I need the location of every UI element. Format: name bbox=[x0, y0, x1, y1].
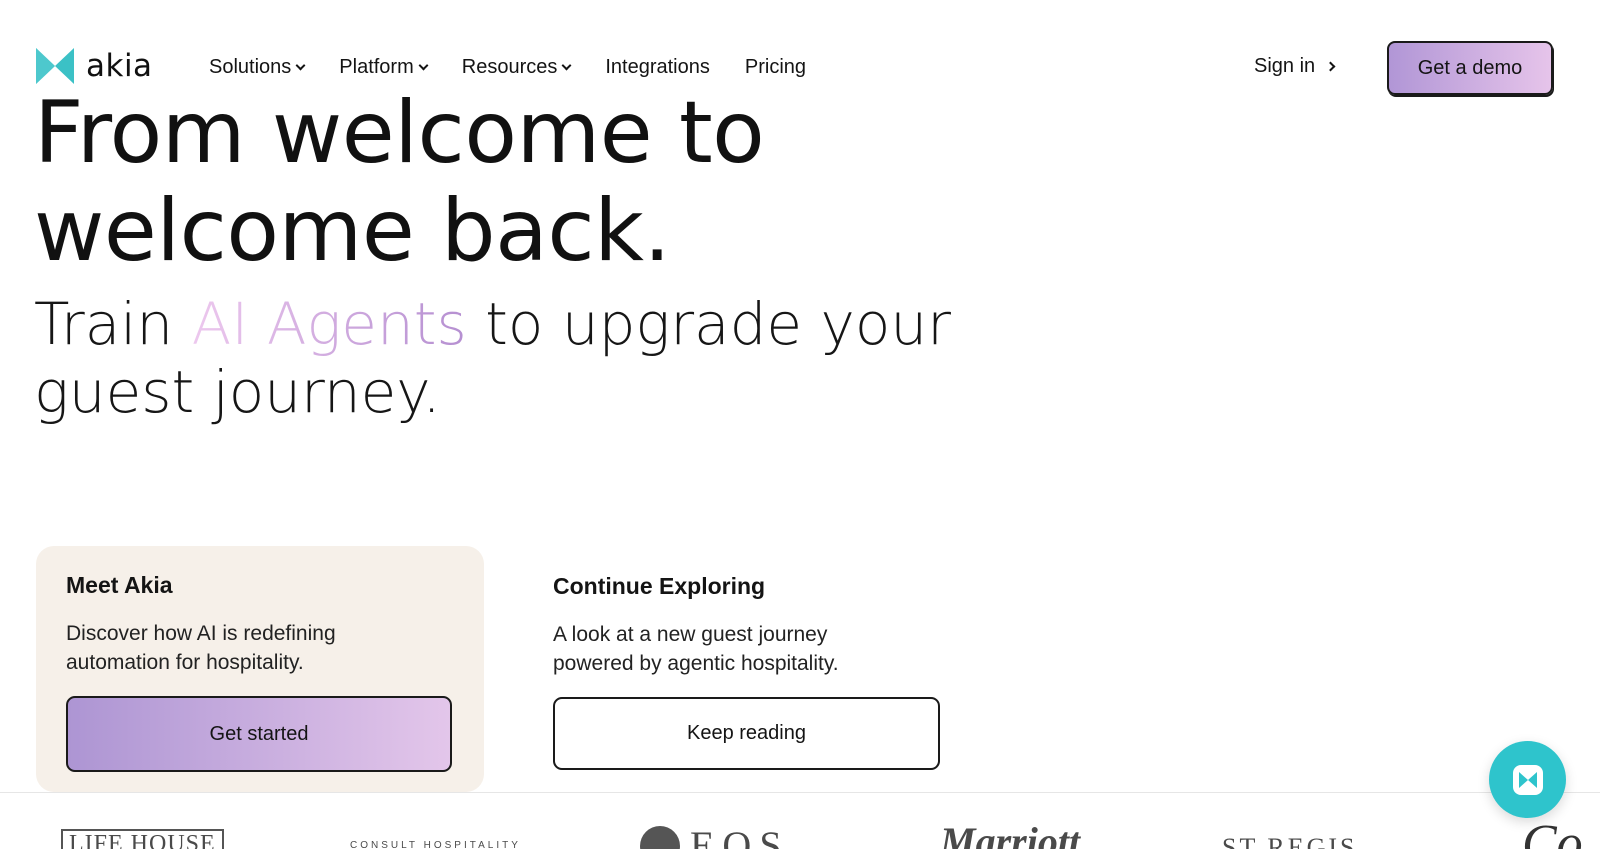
partner-logo-marriott: Marriott bbox=[940, 819, 1081, 849]
sign-in-label: Sign in bbox=[1254, 55, 1316, 77]
partner-logo-stregis: ST REGIS bbox=[1222, 833, 1358, 849]
get-demo-button[interactable]: Get a demo bbox=[1387, 41, 1553, 95]
nav-integrations[interactable]: Integrations bbox=[605, 56, 710, 79]
partner-logo-consult: CONSULT HOSPITALITY bbox=[350, 840, 521, 849]
meet-akia-card: Meet Akia Discover how AI is redefining … bbox=[36, 546, 484, 792]
nav-platform-label: Platform bbox=[339, 56, 414, 78]
akia-bowtie-logo-icon bbox=[36, 48, 74, 84]
nav-pricing-label: Pricing bbox=[744, 56, 807, 78]
hero-title-line2: welcome back. bbox=[34, 181, 671, 281]
hero-subtitle-highlight: AI Agents bbox=[191, 290, 467, 358]
nav-resources[interactable]: Resources bbox=[461, 56, 572, 79]
chevron-down-icon bbox=[561, 60, 572, 70]
chat-bowtie-icon bbox=[1512, 764, 1543, 795]
nav-resources-label: Resources bbox=[461, 56, 558, 78]
brand-logo[interactable]: akia bbox=[36, 48, 153, 84]
meet-card-title: Meet Akia bbox=[66, 572, 173, 598]
partner-logo-eos-text: EOS bbox=[690, 823, 790, 849]
keep-reading-button[interactable]: Keep reading bbox=[553, 697, 940, 770]
section-divider bbox=[0, 792, 1600, 793]
chevron-right-icon bbox=[1325, 61, 1336, 72]
main-nav: Solutions Platform Resources Integration… bbox=[209, 56, 841, 79]
nav-pricing[interactable]: Pricing bbox=[745, 56, 806, 79]
nav-solutions-label: Solutions bbox=[209, 56, 292, 78]
eos-mark-icon bbox=[640, 825, 680, 849]
sign-in-link[interactable]: Sign in bbox=[1254, 55, 1336, 78]
continue-exploring-card: Continue Exploring A look at a new guest… bbox=[553, 546, 953, 792]
nav-integrations-label: Integrations bbox=[605, 56, 710, 78]
explore-card-description: A look at a new guest journey powered by… bbox=[553, 623, 839, 675]
partner-logos-strip: LIFE HOUSE CONSULT HOSPITALITY EOS Marri… bbox=[0, 800, 1600, 849]
brand-name: akia bbox=[86, 48, 153, 84]
hero-subtitle-pre: Train bbox=[34, 290, 192, 358]
chevron-down-icon bbox=[418, 60, 429, 70]
nav-solutions[interactable]: Solutions bbox=[209, 56, 306, 79]
partner-logo-partial: Co bbox=[1522, 815, 1583, 849]
meet-card-description: Discover how AI is redefining automation… bbox=[66, 622, 336, 674]
get-started-button[interactable]: Get started bbox=[66, 696, 452, 772]
hero-title: From welcome to welcome back. bbox=[34, 84, 934, 280]
explore-card-title: Continue Exploring bbox=[553, 573, 766, 599]
hero-title-line1: From welcome to bbox=[34, 83, 765, 183]
chevron-down-icon bbox=[295, 60, 306, 70]
partner-logo-lifehouse: LIFE HOUSE bbox=[61, 829, 224, 849]
nav-platform[interactable]: Platform bbox=[339, 56, 429, 79]
hero-subtitle: Train AI Agents to upgrade your guest jo… bbox=[34, 290, 1014, 426]
chat-launcher-button[interactable] bbox=[1489, 741, 1566, 818]
partner-logo-eos: EOS bbox=[640, 822, 790, 849]
